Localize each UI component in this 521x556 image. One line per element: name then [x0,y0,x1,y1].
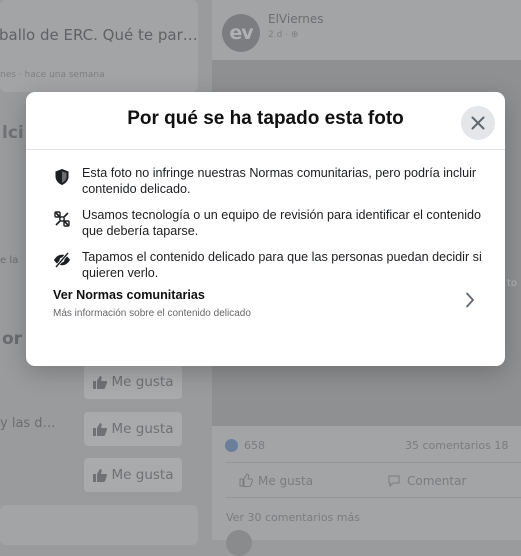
left-post-card [0,505,198,545]
like-label: Me gusta [111,374,174,390]
review-technology-icon [52,208,72,239]
left-fragment-2: y las d… [0,416,56,431]
community-standards-link[interactable]: Ver Normas comunitarias Más información … [26,280,505,356]
close-button[interactable] [461,106,495,140]
divider [226,462,521,463]
like-button[interactable]: Me gusta [84,412,182,446]
thumbs-up-icon [92,422,107,436]
left-post-card: ballo de ERC. Qué te par… nes · hace una… [0,0,198,92]
comments-shares-count[interactable]: 35 comentarios 18 [405,439,508,452]
close-icon [471,116,485,130]
left-partial-heading: lci [2,123,24,143]
photo-side-label: to [507,278,518,289]
chevron-right-icon [466,292,474,308]
reaction-count[interactable]: 658 [244,439,265,452]
eye-slash-icon [52,250,72,281]
thumbs-up-icon [92,375,107,389]
shield-icon [52,166,72,197]
reason-item: Tapamos el contenido delicado para que l… [52,250,492,281]
comment-bubble-icon [387,474,401,491]
post-like-button[interactable]: Me gusta [239,473,314,488]
left-fragment-1: or [2,329,23,349]
like-button[interactable]: Me gusta [84,458,182,492]
left-fragment-3: e la [0,255,19,266]
post-like-label: Me gusta [258,474,314,488]
post-comment-button[interactable]: Comentar [388,474,467,488]
left-post-snippet: ballo de ERC. Qué te par… [0,26,198,44]
link-title: Ver Normas comunitarias [53,288,205,302]
sensitive-content-dialog: Por qué se ha tapado esta foto Esta foto… [26,92,505,366]
reason-item: Esta foto no infringe nuestras Normas co… [52,166,492,197]
dialog-divider [26,149,505,150]
commenter-avatar [226,530,252,556]
post-author[interactable]: ElViernes [268,12,324,26]
view-more-comments-link[interactable]: Ver 30 comentarios más [226,511,360,524]
like-button[interactable]: Me gusta [84,365,182,399]
reason-text: Usamos tecnología o un equipo de revisió… [82,208,482,238]
divider [226,497,521,498]
avatar[interactable]: ev [222,14,260,52]
reason-text: Esta foto no infringe nuestras Normas co… [82,166,477,196]
link-subtitle: Más información sobre el contenido delic… [53,308,251,319]
post-comment-label: Comentar [407,474,467,488]
like-label: Me gusta [111,421,174,437]
reason-text: Tapamos el contenido delicado para que l… [82,250,482,280]
post-time: 2 d · ⊕ [268,30,299,40]
dialog-title: Por qué se ha tapado esta foto [127,108,404,129]
thumbs-up-icon [92,468,107,482]
left-post-meta: nes · hace una semana [0,70,105,80]
like-reaction-icon [225,439,238,452]
like-label: Me gusta [111,467,174,483]
reason-item: Usamos tecnología o un equipo de revisió… [52,208,492,239]
thumbs-up-outline-icon [239,473,254,490]
